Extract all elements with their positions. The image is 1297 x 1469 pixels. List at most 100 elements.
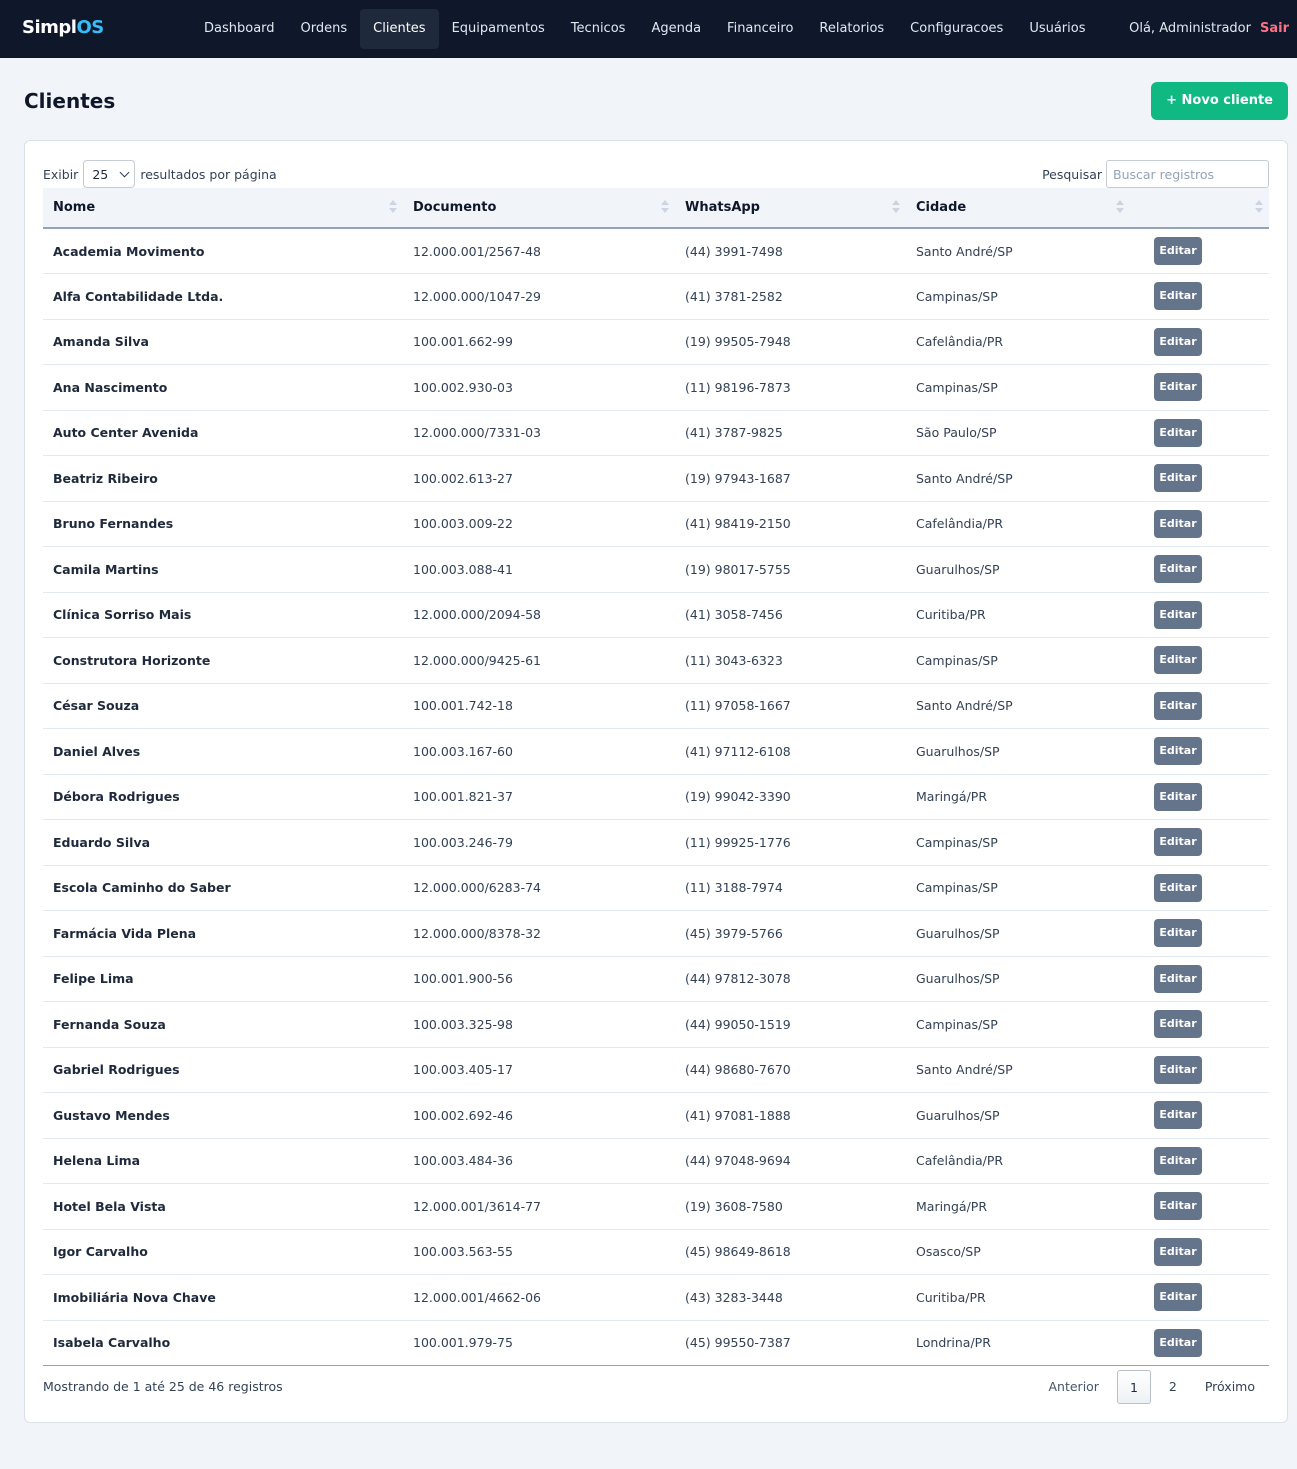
table-row: Alfa Contabilidade Ltda. 12.000.000/1047-…: [43, 274, 1269, 319]
pagination-previous[interactable]: Anterior: [1034, 1370, 1112, 1404]
nav-item-financeiro[interactable]: Financeiro: [714, 9, 806, 49]
edit-button[interactable]: Editar: [1154, 327, 1202, 356]
edit-button[interactable]: Editar: [1154, 555, 1202, 584]
nav-item-dashboard[interactable]: Dashboard: [191, 9, 288, 49]
cell-whatsapp: (44) 98680-7670: [685, 1062, 791, 1078]
edit-button[interactable]: Editar: [1154, 1192, 1202, 1221]
table-row: Felipe Lima 100.001.900-56 (44) 97812-3078…: [43, 956, 1269, 1002]
sort-icon[interactable]: [892, 200, 900, 216]
edit-button[interactable]: Editar: [1154, 418, 1202, 447]
logout-link[interactable]: Sair: [1260, 21, 1289, 36]
cell-name: Igor Carvalho: [53, 1244, 148, 1260]
table-info: Mostrando de 1 até 25 de 46 registros: [43, 1379, 283, 1394]
edit-button[interactable]: Editar: [1154, 509, 1202, 538]
cell-actions: Editar: [1130, 410, 1269, 456]
cell-document: 12.000.001/3614-77: [413, 1198, 542, 1214]
cell-document: 100.003.246-79: [413, 834, 513, 850]
column-header-label: Documento: [413, 200, 497, 215]
cell-whatsapp: (41) 98419-2150: [685, 516, 791, 532]
edit-button[interactable]: Editar: [1154, 691, 1202, 720]
edit-button[interactable]: Editar: [1154, 964, 1202, 993]
cell-document: 12.000.001/4662-06: [413, 1289, 542, 1305]
edit-button[interactable]: Editar: [1154, 828, 1202, 857]
column-header-whatsapp[interactable]: WhatsApp: [675, 188, 906, 229]
table-row: Isabela Carvalho 100.001.979-75 (45) 99550…: [43, 1320, 1269, 1366]
nav-item-agenda[interactable]: Agenda: [638, 9, 714, 49]
table-row: Imobiliária Nova Chave 12.000.001/4662-06…: [43, 1275, 1269, 1320]
cell-name: Academia Movimento: [53, 243, 205, 259]
sort-icon[interactable]: [1255, 200, 1263, 216]
nav-item-equipamentos[interactable]: Equipamentos: [439, 9, 558, 49]
new-client-button[interactable]: + Novo cliente: [1151, 82, 1288, 120]
column-header-label: Cidade: [916, 200, 967, 215]
edit-button[interactable]: Editar: [1154, 1237, 1202, 1266]
nav-item-usuarios[interactable]: Usuários: [1016, 9, 1098, 49]
edit-button[interactable]: Editar: [1154, 600, 1202, 629]
cell-city: Santo André/SP: [916, 470, 1013, 486]
cell-whatsapp: (45) 99550-7387: [685, 1335, 791, 1351]
column-header-cidade[interactable]: Cidade: [906, 188, 1130, 229]
cell-actions: Editar: [1130, 956, 1269, 1002]
edit-button[interactable]: Editar: [1154, 919, 1202, 948]
cell-whatsapp: (44) 3991-7498: [685, 243, 783, 259]
cell-actions: Editar: [1130, 1002, 1269, 1048]
cell-name: Hotel Bela Vista: [53, 1198, 166, 1214]
table-row: Igor Carvalho 100.003.563-55 (45) 98649-86…: [43, 1229, 1269, 1275]
cell-actions: Editar: [1130, 547, 1269, 593]
edit-button[interactable]: Editar: [1154, 373, 1202, 402]
column-header-documento[interactable]: Documento: [403, 188, 675, 229]
nav-item-tecnicos[interactable]: Tecnicos: [558, 9, 639, 49]
pagination-next[interactable]: Próximo: [1191, 1370, 1269, 1404]
brand-main: Simpl: [22, 17, 77, 38]
pagination-page-1[interactable]: 1: [1116, 1370, 1151, 1404]
cell-actions: Editar: [1130, 911, 1269, 957]
cell-actions: Editar: [1130, 319, 1269, 365]
cell-name: Beatriz Ribeiro: [53, 470, 158, 486]
cell-document: 12.000.000/9425-61: [413, 652, 542, 668]
edit-button[interactable]: Editar: [1154, 782, 1202, 811]
edit-button[interactable]: Editar: [1154, 1146, 1202, 1175]
brand-logo[interactable]: SimplOS: [22, 17, 104, 38]
edit-button[interactable]: Editar: [1154, 1328, 1202, 1357]
table-row: Escola Caminho do Saber 12.000.000/6283-7…: [43, 865, 1269, 911]
edit-button[interactable]: Editar: [1154, 646, 1202, 675]
table-row: Farmácia Vida Plena 12.000.000/8378-32 (45…: [43, 911, 1269, 957]
edit-button[interactable]: Editar: [1154, 1055, 1202, 1084]
edit-button[interactable]: Editar: [1154, 282, 1202, 311]
pagination-page-2[interactable]: 2: [1155, 1370, 1191, 1404]
cell-city: Santo André/SP: [916, 243, 1013, 259]
cell-document: 100.001.900-56: [413, 971, 513, 987]
nav-item-configuracoes[interactable]: Configuracoes: [897, 9, 1016, 49]
edit-button[interactable]: Editar: [1154, 1010, 1202, 1039]
edit-button[interactable]: Editar: [1154, 737, 1202, 766]
table-row: Clínica Sorriso Mais 12.000.000/2094-58 (4…: [43, 592, 1269, 638]
cell-whatsapp: (44) 97812-3078: [685, 971, 791, 987]
cell-actions: Editar: [1130, 683, 1269, 729]
edit-button[interactable]: Editar: [1154, 1283, 1202, 1312]
table-row: Auto Center Avenida 12.000.000/7331-03 (41…: [43, 410, 1269, 456]
nav-item-relatorios[interactable]: Relatorios: [806, 9, 897, 49]
cell-name: Amanda Silva: [53, 334, 149, 350]
cell-name: César Souza: [53, 698, 140, 714]
column-header-actions[interactable]: [1130, 188, 1269, 229]
cell-actions: Editar: [1130, 365, 1269, 411]
column-header-label: WhatsApp: [685, 200, 760, 215]
edit-button[interactable]: Editar: [1154, 464, 1202, 493]
cell-city: Londrina/PR: [916, 1335, 991, 1351]
search-label: Pesquisar: [1042, 166, 1102, 182]
table-row: Camila Martins 100.003.088-41 (19) 98017-5…: [43, 547, 1269, 593]
sort-icon[interactable]: [389, 200, 397, 216]
column-header-nome[interactable]: Nome: [43, 188, 403, 229]
edit-button[interactable]: Editar: [1154, 873, 1202, 902]
page-size-select[interactable]: 25: [83, 160, 136, 188]
cell-document: 12.000.000/7331-03: [413, 425, 542, 441]
edit-button[interactable]: Editar: [1154, 237, 1202, 265]
nav-item-ordens[interactable]: Ordens: [288, 9, 361, 49]
cell-actions: Editar: [1130, 729, 1269, 775]
search-input[interactable]: [1106, 160, 1269, 188]
nav-item-clientes[interactable]: Clientes: [360, 9, 439, 49]
edit-button[interactable]: Editar: [1154, 1101, 1202, 1130]
sort-icon[interactable]: [1116, 200, 1124, 216]
sort-icon[interactable]: [661, 200, 669, 216]
table-row: Daniel Alves 100.003.167-60 (41) 97112-610…: [43, 729, 1269, 775]
